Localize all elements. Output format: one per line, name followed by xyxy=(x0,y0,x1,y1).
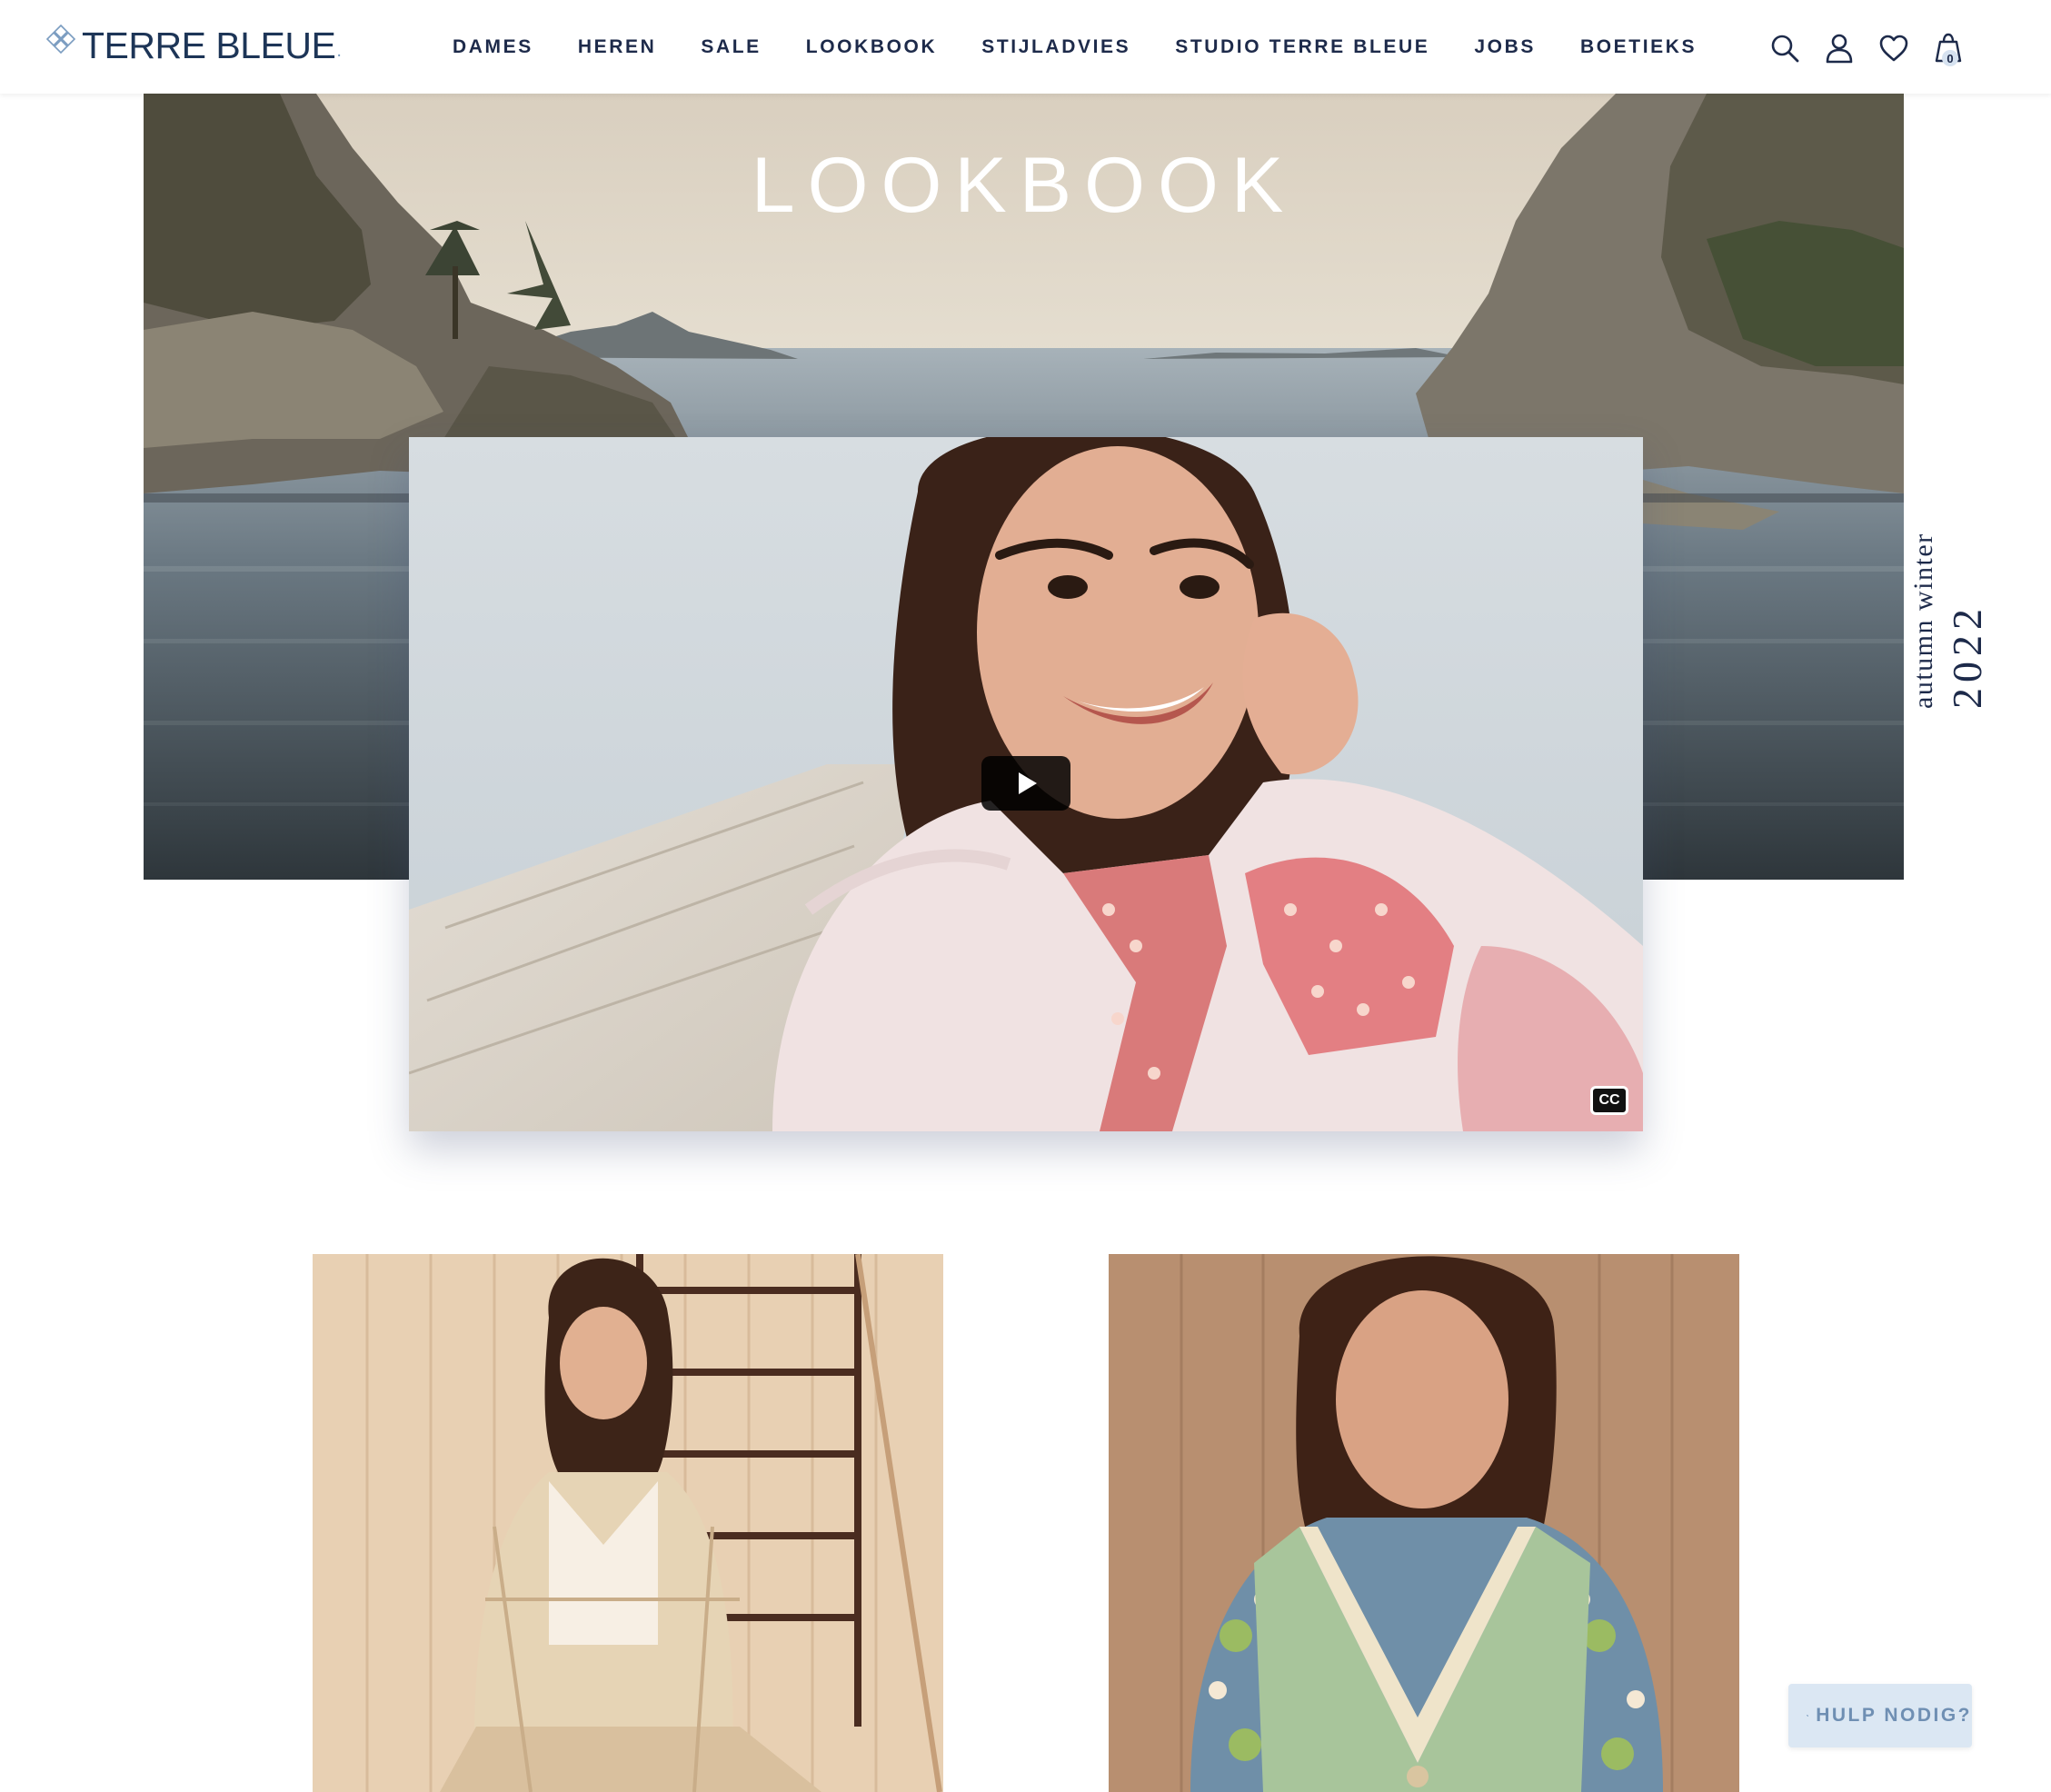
nav-item-boetieks[interactable]: BOETIEKS xyxy=(1580,36,1697,58)
site-header: TERRE BLEUE . DAMES HEREN SALE LOOKBOOK … xyxy=(0,0,2051,94)
user-icon xyxy=(1826,34,1853,64)
lookbook-video-player[interactable]: CC xyxy=(409,437,1643,1131)
play-icon xyxy=(1019,772,1037,794)
cart-count-badge: 0 xyxy=(1942,50,1958,66)
nav-item-dames[interactable]: DAMES xyxy=(453,36,533,58)
lookbook-image-green-vest[interactable] xyxy=(1109,1254,1739,1792)
nav-item-heren[interactable]: HEREN xyxy=(578,36,657,58)
heart-icon xyxy=(1879,35,1908,62)
brand-dot: . xyxy=(336,40,342,61)
search-button[interactable] xyxy=(1767,30,1803,66)
account-button[interactable] xyxy=(1821,30,1857,66)
season-year: 2022 xyxy=(1944,603,1990,709)
nav-item-sale[interactable]: SALE xyxy=(701,36,761,58)
diamond-lattice-icon xyxy=(45,24,76,55)
brand-logo[interactable]: TERRE BLEUE . xyxy=(45,18,342,73)
season-label: autumn winter xyxy=(1908,533,1938,709)
nav-item-stijladvies[interactable]: STIJLADVIES xyxy=(981,36,1130,58)
nav-item-lookbook[interactable]: LOOKBOOK xyxy=(806,36,937,58)
header-actions: 0 xyxy=(1767,27,1985,69)
chat-bubbles-icon xyxy=(1807,1715,1809,1717)
help-label: HULP NODIG? xyxy=(1816,1705,1972,1726)
help-chat-button[interactable]: HULP NODIG? xyxy=(1788,1684,1972,1747)
lookbook-image-beige-cardigan[interactable] xyxy=(313,1254,943,1792)
wishlist-button[interactable] xyxy=(1876,30,1912,66)
model-beige-cardigan-image xyxy=(313,1254,943,1792)
play-button[interactable] xyxy=(981,756,1070,811)
nav-item-studio-terre-bleue[interactable]: STUDIO TERRE BLEUE xyxy=(1175,36,1429,58)
nav-item-jobs[interactable]: JOBS xyxy=(1474,36,1536,58)
season-tag: autumn winter 2022 xyxy=(1908,527,1990,709)
model-green-vest-image xyxy=(1109,1254,1739,1792)
brand-name: TERRE BLEUE xyxy=(82,24,336,66)
hero-title: LOOKBOOK xyxy=(751,142,1297,229)
search-icon xyxy=(1771,35,1799,63)
main-nav: DAMES HEREN SALE LOOKBOOK STIJLADVIES ST… xyxy=(453,0,1741,94)
cart-button[interactable]: 0 xyxy=(1930,30,1966,66)
closed-captions-button[interactable]: CC xyxy=(1590,1086,1628,1115)
